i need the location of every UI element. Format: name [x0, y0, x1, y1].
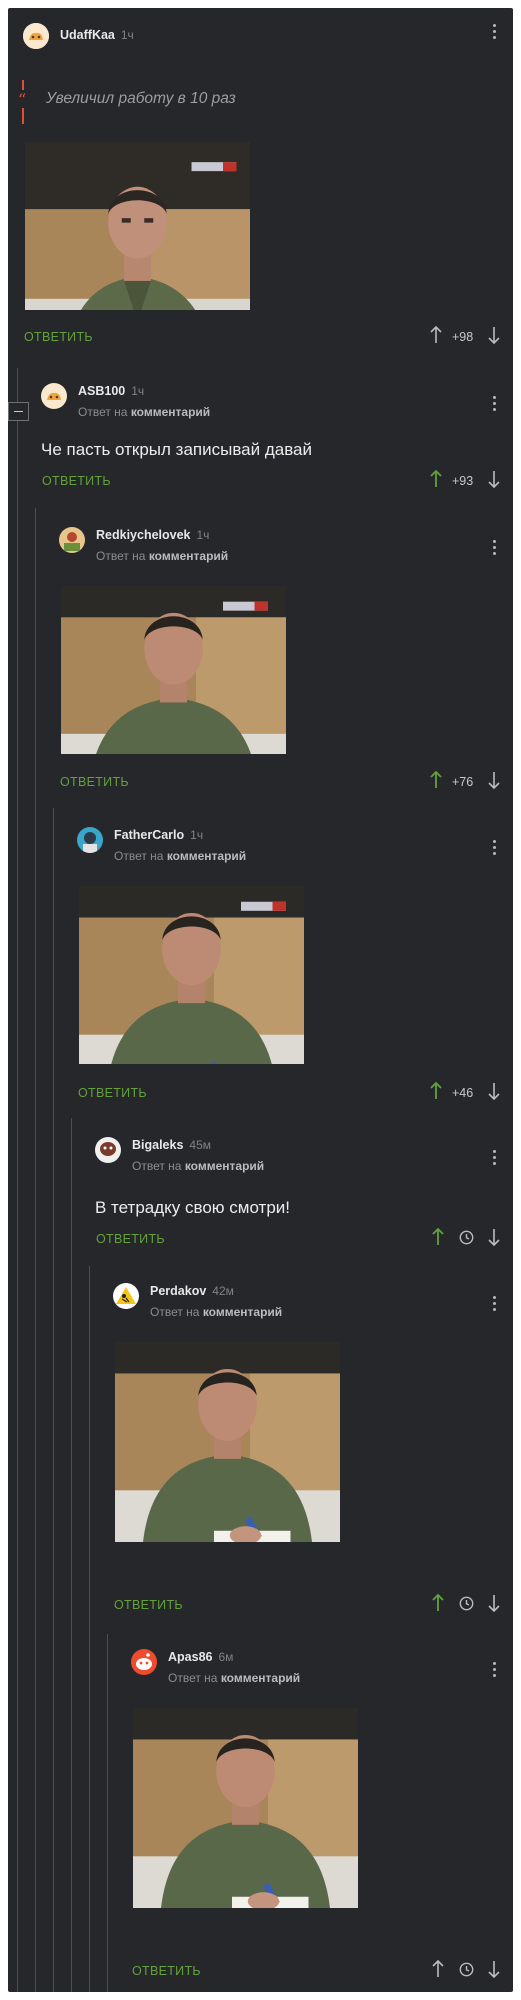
reply-target-link[interactable]: комментарий	[131, 405, 210, 419]
comment-author[interactable]: Perdakov 42м	[150, 1284, 234, 1298]
upvote-arrow-icon[interactable]	[432, 1959, 444, 1983]
reply-target-link[interactable]: комментарий	[149, 549, 228, 563]
thread-line	[89, 1266, 90, 1992]
comment-text: Че пасть открыл записывай давай	[41, 440, 313, 459]
reply-to: Ответ на комментарий	[96, 549, 228, 563]
comment-time: 42м	[212, 1284, 234, 1298]
author-name[interactable]: Bigaleks	[132, 1138, 183, 1152]
menu-dots-icon[interactable]	[493, 24, 497, 42]
downvote-arrow-icon[interactable]	[488, 1082, 500, 1105]
author-name[interactable]: FatherCarlo	[114, 828, 184, 842]
comment-text: В тетрадку свою смотри!	[95, 1198, 291, 1217]
reply-to: Ответ на комментарий	[150, 1305, 282, 1319]
rating: +93	[452, 474, 474, 488]
author-name[interactable]: Perdakov	[150, 1284, 206, 1298]
reply-prefix: Ответ на	[78, 405, 128, 419]
reply-button[interactable]: ОТВЕТИТЬ	[42, 474, 111, 488]
thread-line	[53, 808, 54, 1992]
svg-text:“: “	[18, 90, 26, 109]
reply-prefix: Ответ на	[168, 1671, 218, 1685]
comment-author[interactable]: Apas86 6м	[168, 1650, 233, 1664]
downvote-arrow-icon[interactable]	[488, 1228, 500, 1251]
reply-to: Ответ на комментарий	[78, 405, 210, 419]
comment-image[interactable]	[79, 886, 304, 1064]
upvote-arrow-icon[interactable]	[430, 469, 442, 493]
reply-prefix: Ответ на	[150, 1305, 200, 1319]
comment-image[interactable]	[115, 1342, 340, 1542]
reply-to: Ответ на комментарий	[168, 1671, 300, 1685]
thread-line	[35, 508, 36, 1992]
avatar[interactable]	[131, 1649, 157, 1675]
clock-icon	[459, 1596, 474, 1616]
upvote-arrow-icon[interactable]	[430, 325, 442, 349]
thread-line	[71, 1118, 72, 1992]
author-name[interactable]: Apas86	[168, 1650, 212, 1664]
avatar[interactable]	[59, 527, 85, 553]
upvote-arrow-icon[interactable]	[432, 1227, 444, 1251]
reply-target-link[interactable]: комментарий	[221, 1671, 300, 1685]
thread-line	[107, 1634, 108, 1992]
rating: +98	[452, 330, 474, 344]
comment-time: 1ч	[190, 828, 204, 842]
author-name[interactable]: Redkiychelovek	[96, 528, 191, 542]
post-image[interactable]	[25, 142, 250, 310]
upvote-arrow-icon[interactable]	[430, 770, 442, 794]
quote-icon: “	[17, 80, 31, 124]
comment-time: 6м	[218, 1650, 234, 1664]
comment-author[interactable]: ASB100 1ч	[78, 384, 144, 398]
post-time: 1ч	[120, 28, 134, 42]
comment-author[interactable]: Redkiychelovek 1ч	[96, 528, 209, 542]
reply-button[interactable]: ОТВЕТИТЬ	[60, 775, 129, 789]
comments-panel: UdaffKaa 1ч “ Увеличил работу в 10 раз ОТ…	[8, 8, 513, 1992]
downvote-arrow-icon[interactable]	[488, 470, 500, 493]
menu-dots-icon[interactable]	[493, 840, 497, 858]
reply-to: Ответ на комментарий	[114, 849, 246, 863]
reply-to: Ответ на комментарий	[132, 1159, 264, 1173]
downvote-arrow-icon[interactable]	[488, 1960, 500, 1983]
avatar[interactable]	[41, 383, 67, 409]
clock-icon	[459, 1962, 474, 1982]
rating: +46	[452, 1086, 474, 1100]
menu-dots-icon[interactable]	[493, 1150, 497, 1168]
avatar[interactable]	[113, 1283, 139, 1309]
comment-author[interactable]: FatherCarlo 1ч	[114, 828, 203, 842]
reply-target-link[interactable]: комментарий	[203, 1305, 282, 1319]
comment-time: 45м	[189, 1138, 212, 1152]
reply-button[interactable]: ОТВЕТИТЬ	[114, 1598, 183, 1612]
avatar[interactable]	[23, 23, 49, 49]
comment-image[interactable]	[61, 586, 286, 754]
comment-time: 1ч	[196, 528, 210, 542]
comment-author[interactable]: Bigaleks 45м	[132, 1138, 211, 1152]
reply-button[interactable]: ОТВЕТИТЬ	[132, 1964, 201, 1978]
reply-prefix: Ответ на	[114, 849, 164, 863]
post-author[interactable]: UdaffKaa 1ч	[60, 28, 134, 42]
thread-line	[17, 368, 18, 1992]
reply-target-link[interactable]: комментарий	[185, 1159, 264, 1173]
menu-dots-icon[interactable]	[493, 1296, 497, 1314]
downvote-arrow-icon[interactable]	[488, 771, 500, 794]
author-name[interactable]: ASB100	[78, 384, 125, 398]
reply-target-link[interactable]: комментарий	[167, 849, 246, 863]
reply-prefix: Ответ на	[96, 549, 146, 563]
reply-button[interactable]: ОТВЕТИТЬ	[78, 1086, 147, 1100]
upvote-arrow-icon[interactable]	[430, 1081, 442, 1105]
clock-icon	[459, 1230, 474, 1250]
avatar[interactable]	[77, 827, 103, 853]
downvote-arrow-icon[interactable]	[488, 326, 500, 349]
reply-button[interactable]: ОТВЕТИТЬ	[24, 330, 93, 344]
comment-image[interactable]	[133, 1708, 358, 1908]
avatar[interactable]	[95, 1137, 121, 1163]
author-name[interactable]: UdaffKaa	[60, 28, 115, 42]
rating: +76	[452, 775, 474, 789]
menu-dots-icon[interactable]	[493, 1662, 497, 1680]
comment-time: 1ч	[131, 384, 145, 398]
menu-dots-icon[interactable]	[493, 396, 497, 414]
upvote-arrow-icon[interactable]	[432, 1593, 444, 1617]
reply-prefix: Ответ на	[132, 1159, 182, 1173]
post-quote: Увеличил работу в 10 раз	[46, 90, 236, 107]
menu-dots-icon[interactable]	[493, 540, 497, 558]
reply-button[interactable]: ОТВЕТИТЬ	[96, 1232, 165, 1246]
collapse-icon[interactable]	[8, 402, 29, 421]
downvote-arrow-icon[interactable]	[488, 1594, 500, 1617]
